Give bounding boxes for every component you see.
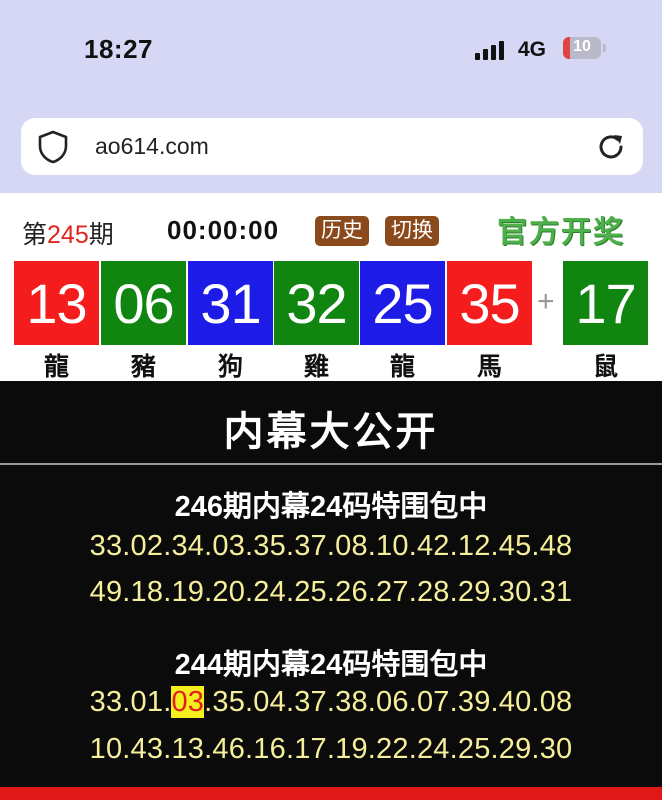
insider-panel: 内幕大公开 246期内幕24码特围包中 33.02.34.03.35.37.08… [0, 381, 662, 800]
number-line: 10.43.13.46.16.17.19.22.24.25.29.30 [89, 733, 573, 765]
zodiac-6: 馬 [476, 353, 502, 381]
divider [0, 463, 662, 465]
ball-1: 13 [14, 261, 99, 345]
draw-results: 13 龍 06 豬 31 狗 32 雞 25 龍 35 馬 + 17 鼠 [0, 261, 662, 381]
hit-number: 03 [171, 686, 205, 718]
zodiac-1: 龍 [43, 353, 69, 381]
number-line: 33.02.34.03.35.37.08.10.42.12.45.48 [89, 530, 573, 562]
browser-chrome: 18:27 4G 10 ao614.com [0, 0, 662, 193]
history-button[interactable]: 历史 [315, 216, 369, 246]
network-type: 4G [518, 38, 547, 61]
special-zodiac: 鼠 [592, 353, 618, 381]
bottom-red-bar [0, 787, 662, 800]
panel-title: 内幕大公开 [223, 410, 439, 454]
ball-4: 32 [274, 261, 359, 345]
ball-2: 06 [101, 261, 186, 345]
url-text[interactable]: ao614.com [95, 133, 209, 160]
battery-level: 10 [573, 38, 591, 55]
zodiac-3: 狗 [217, 353, 243, 381]
signal-icon [475, 40, 505, 60]
battery-icon: 10 [563, 37, 601, 59]
shield-icon[interactable] [37, 130, 69, 164]
issue-number: 245 [47, 221, 89, 249]
draw-header: 第245期 00:00:00 历史 切换 官方开奖 [0, 193, 662, 261]
countdown-timer: 00:00:00 [167, 215, 280, 245]
ball-3: 31 [188, 261, 273, 345]
ball-6: 35 [447, 261, 532, 345]
switch-button[interactable]: 切换 [385, 216, 439, 246]
official-draw-link[interactable]: 官方开奖 [497, 207, 625, 251]
reload-icon[interactable] [595, 131, 627, 163]
block-heading-246: 246期内幕24码特围包中 [174, 491, 488, 523]
ball-5: 25 [360, 261, 445, 345]
status-time: 18:27 [84, 34, 153, 64]
plus-sign: + [537, 285, 555, 318]
address-bar[interactable]: ao614.com [21, 118, 643, 175]
zodiac-2: 豬 [130, 353, 156, 381]
number-line: 49.18.19.20.24.25.26.27.28.29.30.31 [89, 576, 573, 608]
number-line: 33.01.03.35.04.37.38.06.07.39.40.08 [89, 686, 573, 718]
zodiac-5: 龍 [389, 353, 415, 381]
special-ball: 17 [563, 261, 648, 345]
zodiac-4: 雞 [303, 353, 329, 381]
issue-label: 第245期 [22, 221, 114, 249]
block-heading-244: 244期内幕24码特围包中 [174, 649, 488, 681]
